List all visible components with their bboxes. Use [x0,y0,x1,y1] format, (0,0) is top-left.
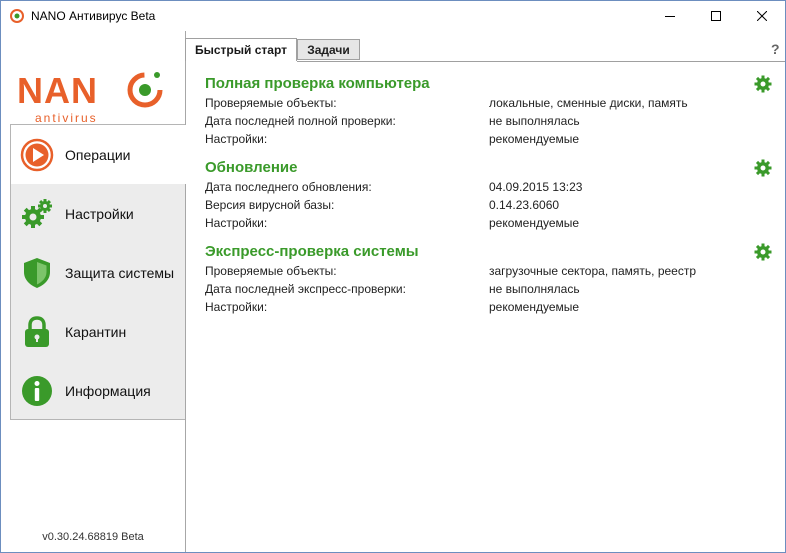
info-row: Дата последней полной проверки: не выполн… [205,112,765,130]
express-scan-settings-gear-icon[interactable] [754,243,772,261]
row-value: 04.09.2015 13:23 [489,180,583,194]
row-value: локальные, сменные диски, память [489,96,688,110]
row-key: Настройки: [205,300,268,314]
row-key: Настройки: [205,216,268,230]
nano-logo: NAN antivirus [17,70,163,125]
tab-quick-start[interactable]: Быстрый старт [185,38,297,61]
info-row: Дата последней экспресс-проверки: не выпо… [205,280,765,298]
info-row: Версия вирусной базы: 0.14.23.6060 [205,196,765,214]
nav-label: Карантин [65,323,127,340]
update-settings-gear-icon[interactable] [754,159,772,177]
help-button[interactable]: ? [771,41,780,57]
minimize-button[interactable] [647,1,693,31]
info-row: Проверяемые объекты: загрузочные сектора,… [205,262,765,280]
row-value: не выполнялась [489,282,580,296]
svg-text:antivirus: antivirus [35,111,98,125]
shield-icon [24,257,50,288]
nav-item-quarantine[interactable]: Карантин [11,302,186,361]
lock-icon [25,315,49,347]
row-key: Настройки: [205,132,268,146]
close-icon [757,11,767,21]
row-value: 0.14.23.6060 [489,198,560,212]
info-row: Дата последнего обновления: 04.09.2015 13… [205,178,765,196]
section-full-scan: Полная проверка компьютера Проверяемые о… [205,74,765,148]
row-value: рекомендуемые [489,132,580,146]
svg-text:NAN: NAN [17,70,98,111]
info-row: Настройки: рекомендуемые [205,214,765,232]
close-button[interactable] [739,1,785,31]
row-key: Проверяемые объекты: [205,264,337,278]
version-label: v0.30.24.68819 Beta [42,531,144,543]
sidebar: NAN antivirus Операции Настройки Защита … [1,31,186,552]
section-title[interactable]: Экспресс-проверка системы [205,242,765,262]
nav-item-operations[interactable]: Операции [11,125,186,184]
section-title[interactable]: Обновление [205,158,765,178]
nav-label: Операции [65,146,131,163]
row-value: рекомендуемые [489,216,580,230]
play-circle-icon [20,138,54,171]
info-icon [22,375,52,406]
nav-label: Настройки [65,205,134,222]
row-key: Версия вирусной базы: [205,198,335,212]
row-key: Дата последней экспресс-проверки: [205,282,406,296]
nav-item-system-protection[interactable]: Защита системы [11,243,186,302]
info-row: Настройки: рекомендуемые [205,298,765,316]
title-bar: NANO Антивирус Beta [1,1,785,31]
row-value: не выполнялась [489,114,580,128]
row-key: Дата последней полной проверки: [205,114,396,128]
row-value: рекомендуемые [489,300,580,314]
row-value: загрузочные сектора, память, реестр [489,264,697,278]
gears-icon [22,198,52,228]
section-update: Обновление Дата последнего обновления: 04… [205,158,765,232]
nav-label: Защита системы [65,264,175,281]
section-title[interactable]: Полная проверка компьютера [205,74,765,94]
section-express-scan: Экспресс-проверка системы Проверяемые об… [205,242,765,316]
quick-start-panel: Полная проверка компьютера Проверяемые о… [186,62,785,552]
maximize-button[interactable] [693,1,739,31]
nav-item-settings[interactable]: Настройки [11,184,186,243]
navigation-panel: Операции Настройки Защита системы Карант… [10,124,186,420]
tab-tasks[interactable]: Задачи [297,39,360,60]
maximize-icon [711,11,721,21]
nav-label: Информация [65,382,151,399]
row-key: Проверяемые объекты: [205,96,337,110]
info-row: Настройки: рекомендуемые [205,130,765,148]
full-scan-settings-gear-icon[interactable] [754,75,772,93]
info-row: Проверяемые объекты: локальные, сменные д… [205,94,765,112]
nav-item-information[interactable]: Информация [11,361,186,420]
row-key: Дата последнего обновления: [205,180,372,194]
nano-app-icon [10,9,24,23]
minimize-icon [665,16,675,17]
window-title: NANO Антивирус Beta [31,9,156,23]
